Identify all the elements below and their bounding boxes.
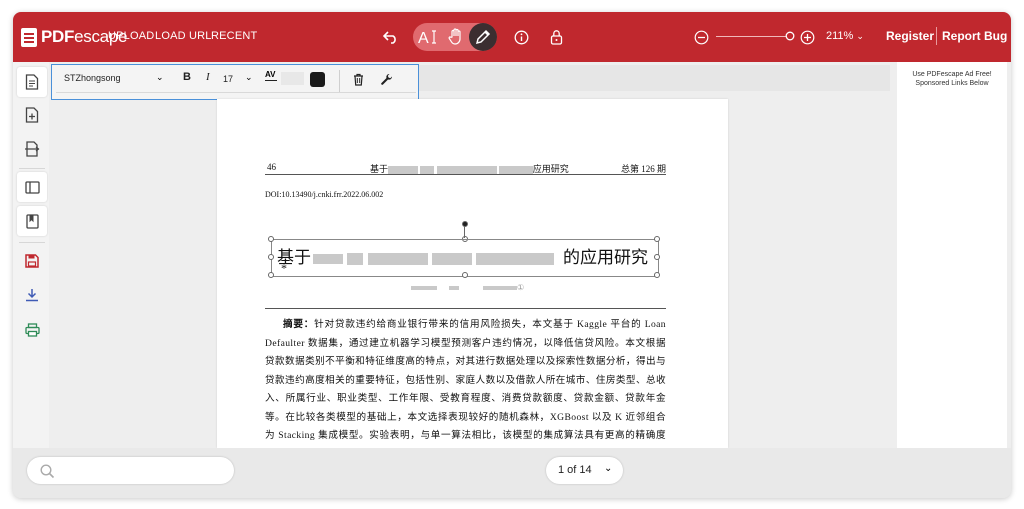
resize-handle[interactable] (654, 272, 660, 278)
nav-load-url[interactable]: LOAD URL (155, 30, 212, 42)
abstract-rule (265, 308, 666, 309)
abstract-body: 针对贷款违约给商业银行带来的信用风险损失，本文基于 Kaggle 平台的 Loa… (265, 319, 667, 441)
zoom-level: 211% (826, 30, 854, 42)
lock-icon[interactable] (546, 27, 566, 47)
chevron-down-icon: ⌄ (856, 31, 864, 41)
page-icon[interactable] (17, 67, 47, 97)
article-title-end: 的应用研究 (563, 248, 648, 267)
page-indicator: 1 of 14 (558, 464, 592, 476)
register-link[interactable]: Register (886, 29, 934, 43)
search-input[interactable] (27, 457, 234, 484)
logo-icon (21, 27, 37, 47)
tool-group: A (413, 23, 497, 51)
running-header: 46 基于 应用研究 总第 126 期 (265, 161, 666, 175)
toolbar-divider (339, 70, 340, 92)
rotate-handle[interactable] (462, 221, 468, 227)
trash-icon[interactable] (351, 72, 365, 86)
info-icon[interactable] (511, 27, 531, 47)
active-tool (469, 23, 497, 51)
hand-tool-icon[interactable] (445, 27, 467, 47)
chevron-down-icon[interactable]: ⌄ (604, 463, 612, 474)
font-family-select[interactable]: STZhongsong (64, 73, 121, 83)
undo-icon[interactable] (381, 27, 401, 47)
toolbar-strip (419, 65, 890, 91)
zoom-slider-track[interactable] (716, 36, 786, 37)
wrench-icon[interactable] (379, 72, 393, 86)
pdf-page[interactable]: 46 基于 应用研究 总第 126 期 DOI:10.13490/j.cnki.… (217, 99, 728, 448)
move-page-icon[interactable] (17, 134, 47, 164)
resize-handle[interactable] (462, 272, 468, 278)
search-icon (39, 463, 55, 479)
resize-handle[interactable] (654, 236, 660, 242)
ad-panel: Use PDFescape Ad Free! Sponsored Links B… (897, 62, 1007, 448)
spacing-value-input[interactable] (281, 72, 304, 85)
top-bar: PDFescape UPLOAD LOAD URL RECENT A 211% … (13, 12, 1011, 62)
header-rule (265, 174, 666, 175)
page-number: 46 (267, 162, 276, 172)
left-sidebar (13, 62, 49, 448)
bookmark-icon[interactable] (17, 206, 47, 236)
app-window: PDFescape UPLOAD LOAD URL RECENT A 211% … (13, 12, 1011, 498)
toolbar-baseline (56, 92, 416, 93)
header-divider (936, 27, 937, 45)
svg-text:A: A (418, 30, 429, 46)
zoom-level-dropdown[interactable]: 211% ⌄ (826, 30, 864, 42)
resize-handle[interactable] (268, 272, 274, 278)
article-title: 基于 (277, 243, 554, 268)
text-format-toolbar: STZhongsong ⌄ B I 17 ⌄ AV (51, 64, 419, 100)
sidebar-panel-icon[interactable] (17, 172, 47, 202)
letter-spacing-icon[interactable]: AV (265, 70, 277, 81)
abstract-label: 摘要： (283, 319, 315, 330)
zoom-in-icon[interactable] (797, 27, 817, 47)
download-icon[interactable] (17, 280, 47, 310)
pencil-icon[interactable] (474, 28, 492, 46)
resize-handle[interactable] (654, 254, 660, 260)
zoom-out-icon[interactable] (691, 27, 711, 47)
nav-recent[interactable]: RECENT (211, 30, 257, 42)
resize-handle[interactable] (268, 254, 274, 260)
doi-text: DOI:10.13490/j.cnki.frr.2022.06.002 (265, 190, 384, 199)
text-tool-icon[interactable]: A (417, 27, 439, 47)
font-size-select[interactable]: 17 (223, 74, 233, 84)
author-line: ① (411, 283, 524, 292)
report-bug-link[interactable]: Report Bug (942, 29, 1007, 43)
chevron-down-icon[interactable]: ⌄ (156, 72, 164, 83)
italic-button[interactable]: I (206, 71, 210, 83)
bottom-bar: 1 of 14 ⌄ (13, 448, 1011, 498)
save-icon[interactable] (17, 246, 47, 276)
resize-handle[interactable] (268, 236, 274, 242)
page-navigator[interactable]: 1 of 14 ⌄ (546, 457, 623, 484)
nav-upload[interactable]: UPLOAD (108, 30, 154, 42)
sidebar-divider (19, 242, 45, 243)
sidebar-divider (19, 168, 45, 169)
title-footnote-mark: * (281, 261, 287, 275)
ad-text[interactable]: Use PDFescape Ad Free! Sponsored Links B… (897, 70, 1007, 88)
bold-button[interactable]: B (183, 71, 191, 83)
chevron-down-icon[interactable]: ⌄ (245, 72, 253, 83)
text-color-swatch[interactable] (310, 72, 325, 87)
print-icon[interactable] (17, 315, 47, 345)
zoom-slider-handle[interactable] (784, 30, 796, 42)
abstract-paragraph: 摘要：针对贷款违约给商业银行带来的信用风险损失，本文基于 Kaggle 平台的 … (265, 316, 666, 448)
add-page-icon[interactable] (17, 100, 47, 130)
